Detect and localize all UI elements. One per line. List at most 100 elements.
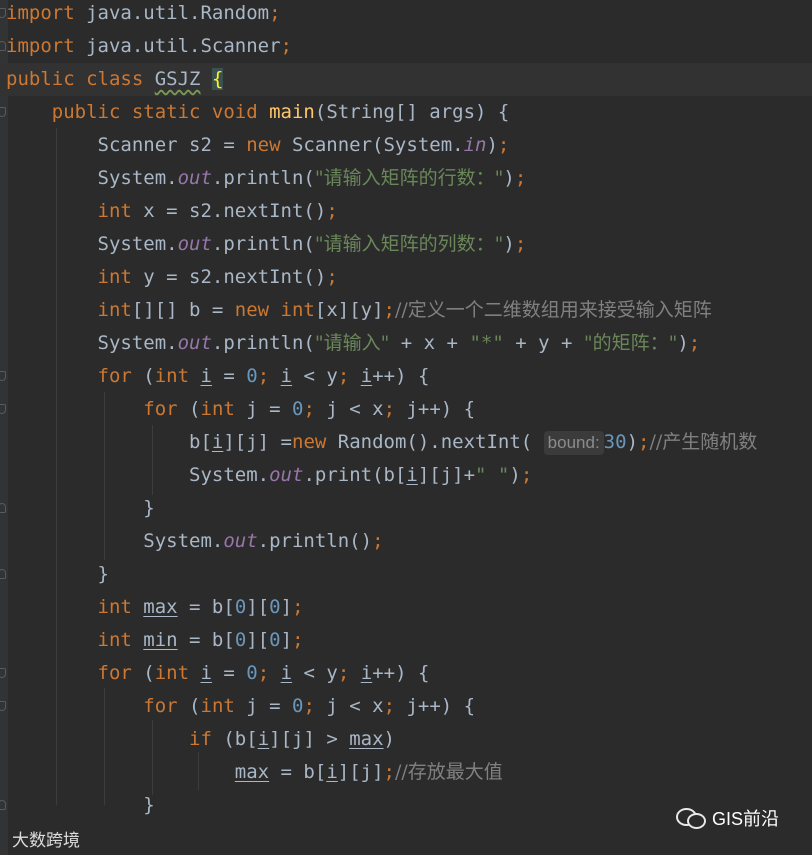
code-token: max <box>234 761 270 783</box>
code-token: ; <box>688 332 701 354</box>
code-token: i <box>406 464 418 486</box>
code-line[interactable]: for (int j = 0; j < x; j++) { <box>6 690 475 723</box>
code-token: ) <box>383 728 395 750</box>
code-token: ; <box>326 266 338 288</box>
code-token: ; <box>292 629 304 651</box>
code-token: j < x <box>326 398 384 420</box>
code-token: 0 <box>234 629 247 651</box>
code-token: ) <box>486 134 498 156</box>
code-line[interactable]: System.out.println(); <box>6 525 384 558</box>
code-token: int <box>200 695 247 717</box>
code-line[interactable]: int y = s2.nextInt(); <box>6 261 338 294</box>
code-token: (b[ <box>223 728 258 750</box>
code-token: .println() <box>257 530 373 552</box>
code-token: out <box>269 464 304 486</box>
code-line[interactable]: int min = b[0][0]; <box>6 624 304 657</box>
code-line[interactable]: public static void main(String[] args) { <box>6 96 510 129</box>
code-token: .println( <box>211 332 315 354</box>
code-token: ; <box>337 662 361 684</box>
watermark-left: 大数跨境 <box>12 826 80 851</box>
code-token: 0 <box>246 662 258 684</box>
code-token: "请输入矩阵的行数：" <box>314 167 504 189</box>
code-line[interactable]: if (b[i][j] > max) <box>6 723 395 756</box>
code-token: ++) { <box>372 365 430 387</box>
watermark-right: GIS前沿 <box>676 805 779 831</box>
code-token: out <box>177 233 212 255</box>
code-token: 0 <box>269 596 281 618</box>
code-token: in <box>463 134 487 156</box>
code-line[interactable]: System.out.println("请输入" + x + "*" + y +… <box>6 327 701 360</box>
code-token: "的矩阵：" <box>583 332 678 354</box>
code-line[interactable]: for (int i = 0; i < y; i++) { <box>6 360 430 393</box>
code-line[interactable]: for (int j = 0; j < x; j++) { <box>6 393 475 426</box>
code-line[interactable]: System.out.print(b[i][j]+" "); <box>6 459 532 492</box>
code-token: j = <box>246 398 293 420</box>
code-token: ( <box>189 398 201 420</box>
code-token: } <box>6 794 155 816</box>
code-token: int <box>154 365 201 387</box>
code-token: ] <box>280 629 293 651</box>
code-token: for <box>97 662 144 684</box>
code-token: ) <box>503 233 515 255</box>
code-line[interactable]: int x = s2.nextInt(); <box>6 195 338 228</box>
code-line[interactable]: int[][] b = new int[x][y];//定义一个二维数组用来接受… <box>6 294 712 327</box>
code-token: < y <box>292 662 338 684</box>
code-token: "请输入" <box>314 332 390 354</box>
code-line[interactable]: System.out.println("请输入矩阵的列数："); <box>6 228 527 261</box>
code-token: { <box>211 68 224 90</box>
code-line[interactable]: import java.util.Random; <box>6 0 281 30</box>
code-token: ; <box>337 365 361 387</box>
code-line[interactable]: } <box>6 492 154 525</box>
code-token: ++) { <box>372 662 430 684</box>
code-token: (String[] args) { <box>314 101 510 123</box>
code-line[interactable]: } <box>6 558 109 591</box>
code-token: "请输入矩阵的列数：" <box>314 233 504 255</box>
code-token: ][j]+ <box>417 464 476 486</box>
code-line[interactable]: int max = b[0][0]; <box>6 591 304 624</box>
code-editor[interactable]: import java.util.Random; import java.util… <box>0 0 812 855</box>
code-token: 0 <box>246 365 258 387</box>
code-line[interactable]: max = b[i][j];//存放最大值 <box>6 756 503 789</box>
code-token: ( <box>143 662 155 684</box>
code-token: System. <box>6 167 178 189</box>
code-line[interactable]: } <box>6 789 155 822</box>
code-token: ; <box>520 464 533 486</box>
code-line[interactable]: import java.util.Scanner; <box>6 30 292 63</box>
code-token: import <box>6 2 75 24</box>
code-token: ; <box>372 530 384 552</box>
code-token: if <box>189 728 224 750</box>
code-line[interactable]: public class GSJZ { <box>0 63 812 96</box>
code-token: b[ <box>6 431 212 453</box>
code-line[interactable]: b[i][j] =new Random().nextInt( bound: 30)… <box>6 426 757 459</box>
code-token: ) <box>509 464 521 486</box>
code-token: min <box>143 629 178 651</box>
code-token: ] <box>280 596 293 618</box>
code-line[interactable]: System.out.println("请输入矩阵的行数："); <box>6 162 527 195</box>
code-token: 0 <box>269 629 281 651</box>
code-token: ; <box>497 134 510 156</box>
code-token: j++) { <box>406 398 476 420</box>
code-token: = <box>211 662 247 684</box>
code-token: = b[ <box>177 629 235 651</box>
code-token: i <box>360 662 373 684</box>
code-token: int <box>97 200 144 222</box>
code-token: = b[ <box>177 596 235 618</box>
code-token: 0 <box>234 596 247 618</box>
code-token: ( <box>189 695 201 717</box>
code-token: Random().nextInt( <box>337 431 544 453</box>
code-token: i <box>326 761 338 783</box>
code-line[interactable]: for (int i = 0; i < y; i++) { <box>6 657 430 690</box>
code-token: .println( <box>211 167 315 189</box>
code-token: System. <box>6 464 270 486</box>
code-line[interactable]: Scanner s2 = new Scanner(System.in); <box>6 129 510 162</box>
code-token: j = <box>246 695 293 717</box>
code-token: ; <box>383 299 395 321</box>
code-token: ][ <box>246 629 270 651</box>
code-token: ; <box>383 695 407 717</box>
